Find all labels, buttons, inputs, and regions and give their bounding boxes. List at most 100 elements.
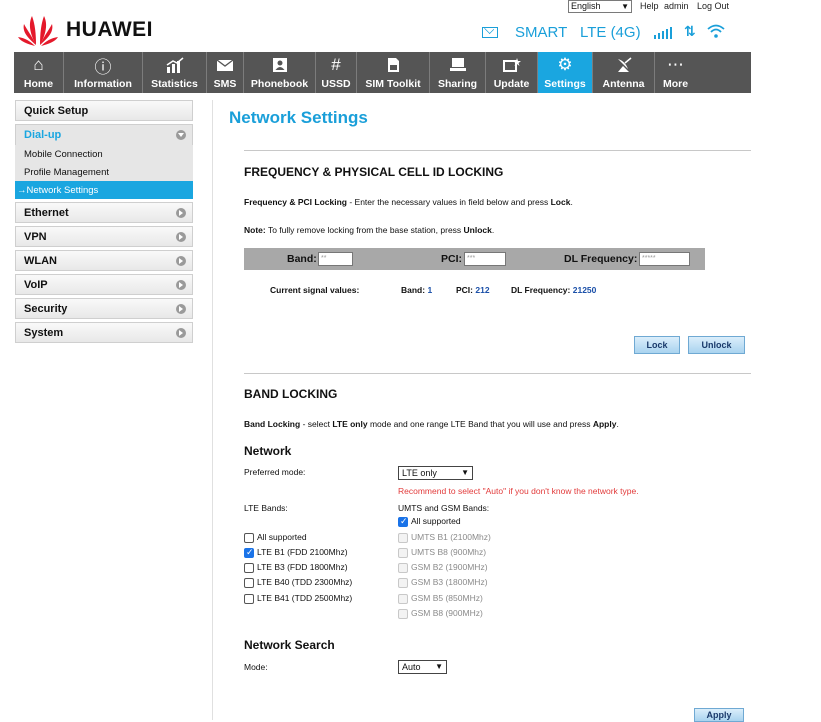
- pci-input[interactable]: ***: [464, 252, 506, 266]
- sidebar-item-profile-management[interactable]: Profile Management: [15, 163, 193, 181]
- mail-icon[interactable]: [482, 27, 498, 38]
- phonebook-icon: [269, 55, 291, 75]
- current-pci: PCI: 212: [456, 285, 490, 295]
- current-band: Band: 1: [401, 285, 433, 295]
- signal-bars-icon: [654, 27, 674, 39]
- checkbox-disabled[interactable]: [398, 548, 408, 558]
- wifi-icon: [707, 24, 725, 38]
- nav-more[interactable]: ⋯ More: [655, 52, 696, 93]
- lte-band-b41[interactable]: LTE B41 (TDD 2500Mhz): [244, 593, 352, 606]
- nav-home[interactable]: ⌂ Home: [14, 52, 64, 93]
- chevron-right-icon: [176, 328, 186, 338]
- chevron-right-icon: [176, 256, 186, 266]
- sidebar-wlan[interactable]: WLAN: [15, 250, 193, 271]
- umts-bands-label: UMTS and GSM Bands:: [398, 503, 490, 513]
- network-search-heading: Network Search: [244, 638, 335, 652]
- checkbox-checked[interactable]: [398, 516, 408, 527]
- hash-icon: #: [331, 55, 341, 74]
- preferred-mode-select[interactable]: LTE only ▼: [398, 466, 473, 480]
- dl-frequency-input[interactable]: *****: [639, 252, 690, 266]
- sidebar-security[interactable]: Security: [15, 298, 193, 319]
- gsm-band-b3[interactable]: GSM B3 (1800MHz): [398, 577, 488, 590]
- checkbox[interactable]: [244, 533, 254, 543]
- admin-label: admin: [664, 1, 689, 11]
- umts-band-all[interactable]: All supported: [398, 516, 461, 529]
- sidebar-dialup[interactable]: Dial-up: [15, 124, 193, 145]
- lte-band-b3[interactable]: LTE B3 (FDD 1800Mhz): [244, 562, 348, 575]
- network-heading: Network: [244, 444, 292, 458]
- umts-band-b1[interactable]: UMTS B1 (2100Mhz): [398, 532, 491, 545]
- pci-label: PCI:: [441, 253, 462, 265]
- sidebar-quick-setup[interactable]: Quick Setup: [15, 100, 193, 121]
- chevron-down-icon: ▼: [461, 468, 469, 477]
- nav-phonebook[interactable]: Phonebook: [244, 52, 316, 93]
- sidebar: Quick Setup Dial-up Mobile Connection Pr…: [15, 100, 193, 346]
- dl-frequency-label: DL Frequency:: [564, 253, 638, 265]
- nav-information[interactable]: ⓘ Information: [64, 52, 143, 93]
- chevron-down-icon: ▼: [621, 2, 629, 11]
- lte-band-b40[interactable]: LTE B40 (TDD 2300Mhz): [244, 577, 352, 590]
- main-nav: ⌂ Home ⓘ Information Statistics SMS Phon…: [14, 52, 751, 93]
- gsm-band-b5[interactable]: GSM B5 (850MHz): [398, 593, 483, 606]
- checkbox-disabled[interactable]: [398, 533, 408, 543]
- umts-band-b8[interactable]: UMTS B8 (900Mhz): [398, 547, 486, 560]
- sharing-icon: [447, 55, 469, 75]
- language-value: English: [571, 1, 601, 11]
- search-mode-select[interactable]: Auto ▼: [398, 660, 447, 674]
- band-input[interactable]: **: [318, 252, 353, 266]
- gsm-band-b8[interactable]: GSM B8 (900MHz): [398, 608, 483, 621]
- lte-band-all[interactable]: All supported: [244, 532, 307, 545]
- preferred-mode-value: LTE only: [402, 468, 437, 478]
- checkbox-checked[interactable]: [244, 547, 254, 558]
- sidebar-item-network-settings[interactable]: →Network Settings: [15, 181, 193, 199]
- nav-sms[interactable]: SMS: [207, 52, 244, 93]
- chevron-right-icon: [176, 280, 186, 290]
- search-mode-label: Mode:: [244, 662, 268, 672]
- language-select[interactable]: English ▼: [568, 0, 632, 13]
- unlock-button[interactable]: Unlock: [688, 336, 745, 354]
- nav-update[interactable]: Update: [486, 52, 538, 93]
- checkbox[interactable]: [244, 563, 254, 573]
- sidebar-item-mobile-connection[interactable]: Mobile Connection: [15, 145, 193, 163]
- network-type: LTE (4G): [580, 24, 641, 41]
- nav-ussd[interactable]: # USSD: [316, 52, 357, 93]
- checkbox[interactable]: [244, 578, 254, 588]
- nav-statistics[interactable]: Statistics: [143, 52, 207, 93]
- data-transfer-icon: ⇅: [684, 23, 696, 39]
- huawei-logo-icon: [18, 16, 58, 46]
- lte-band-b1[interactable]: LTE B1 (FDD 2100Mhz): [244, 547, 348, 560]
- nav-sharing[interactable]: Sharing: [430, 52, 486, 93]
- sidebar-divider: [212, 100, 213, 720]
- checkbox-disabled[interactable]: [398, 563, 408, 573]
- more-icon: ⋯: [667, 55, 684, 74]
- info-icon: ⓘ: [94, 57, 112, 77]
- checkbox-disabled[interactable]: [398, 594, 408, 604]
- help-link[interactable]: Help: [640, 1, 659, 11]
- home-icon: ⌂: [33, 55, 44, 74]
- pci-intro: Frequency & PCI Locking - Enter the nece…: [244, 197, 573, 207]
- pci-note: Note: To fully remove locking from the b…: [244, 225, 495, 235]
- gsm-band-b2[interactable]: GSM B2 (1900MHz): [398, 562, 488, 575]
- logout-link[interactable]: Log Out: [697, 1, 729, 11]
- nav-sim-toolkit[interactable]: SIM Toolkit: [357, 52, 430, 93]
- band-section-title: BAND LOCKING: [244, 387, 338, 401]
- gear-icon: ⚙: [557, 55, 573, 74]
- lock-button[interactable]: Lock: [634, 336, 680, 354]
- sidebar-vpn[interactable]: VPN: [15, 226, 193, 247]
- search-mode-value: Auto: [402, 662, 421, 672]
- page-title: Network Settings: [229, 108, 368, 127]
- checkbox-disabled[interactable]: [398, 578, 408, 588]
- pci-section-title: FREQUENCY & PHYSICAL CELL ID LOCKING: [244, 165, 504, 179]
- sidebar-ethernet[interactable]: Ethernet: [15, 202, 193, 223]
- checkbox[interactable]: [244, 594, 254, 604]
- sidebar-system[interactable]: System: [15, 322, 193, 343]
- nav-antenna[interactable]: Antenna: [593, 52, 655, 93]
- divider: [244, 150, 751, 151]
- nav-settings[interactable]: ⚙ Settings: [538, 52, 593, 93]
- sidebar-voip[interactable]: VoIP: [15, 274, 193, 295]
- checkbox-disabled[interactable]: [398, 609, 408, 619]
- statistics-icon: [164, 55, 186, 75]
- antenna-icon: [613, 55, 635, 75]
- chevron-right-icon: [176, 304, 186, 314]
- chevron-right-icon: [176, 232, 186, 242]
